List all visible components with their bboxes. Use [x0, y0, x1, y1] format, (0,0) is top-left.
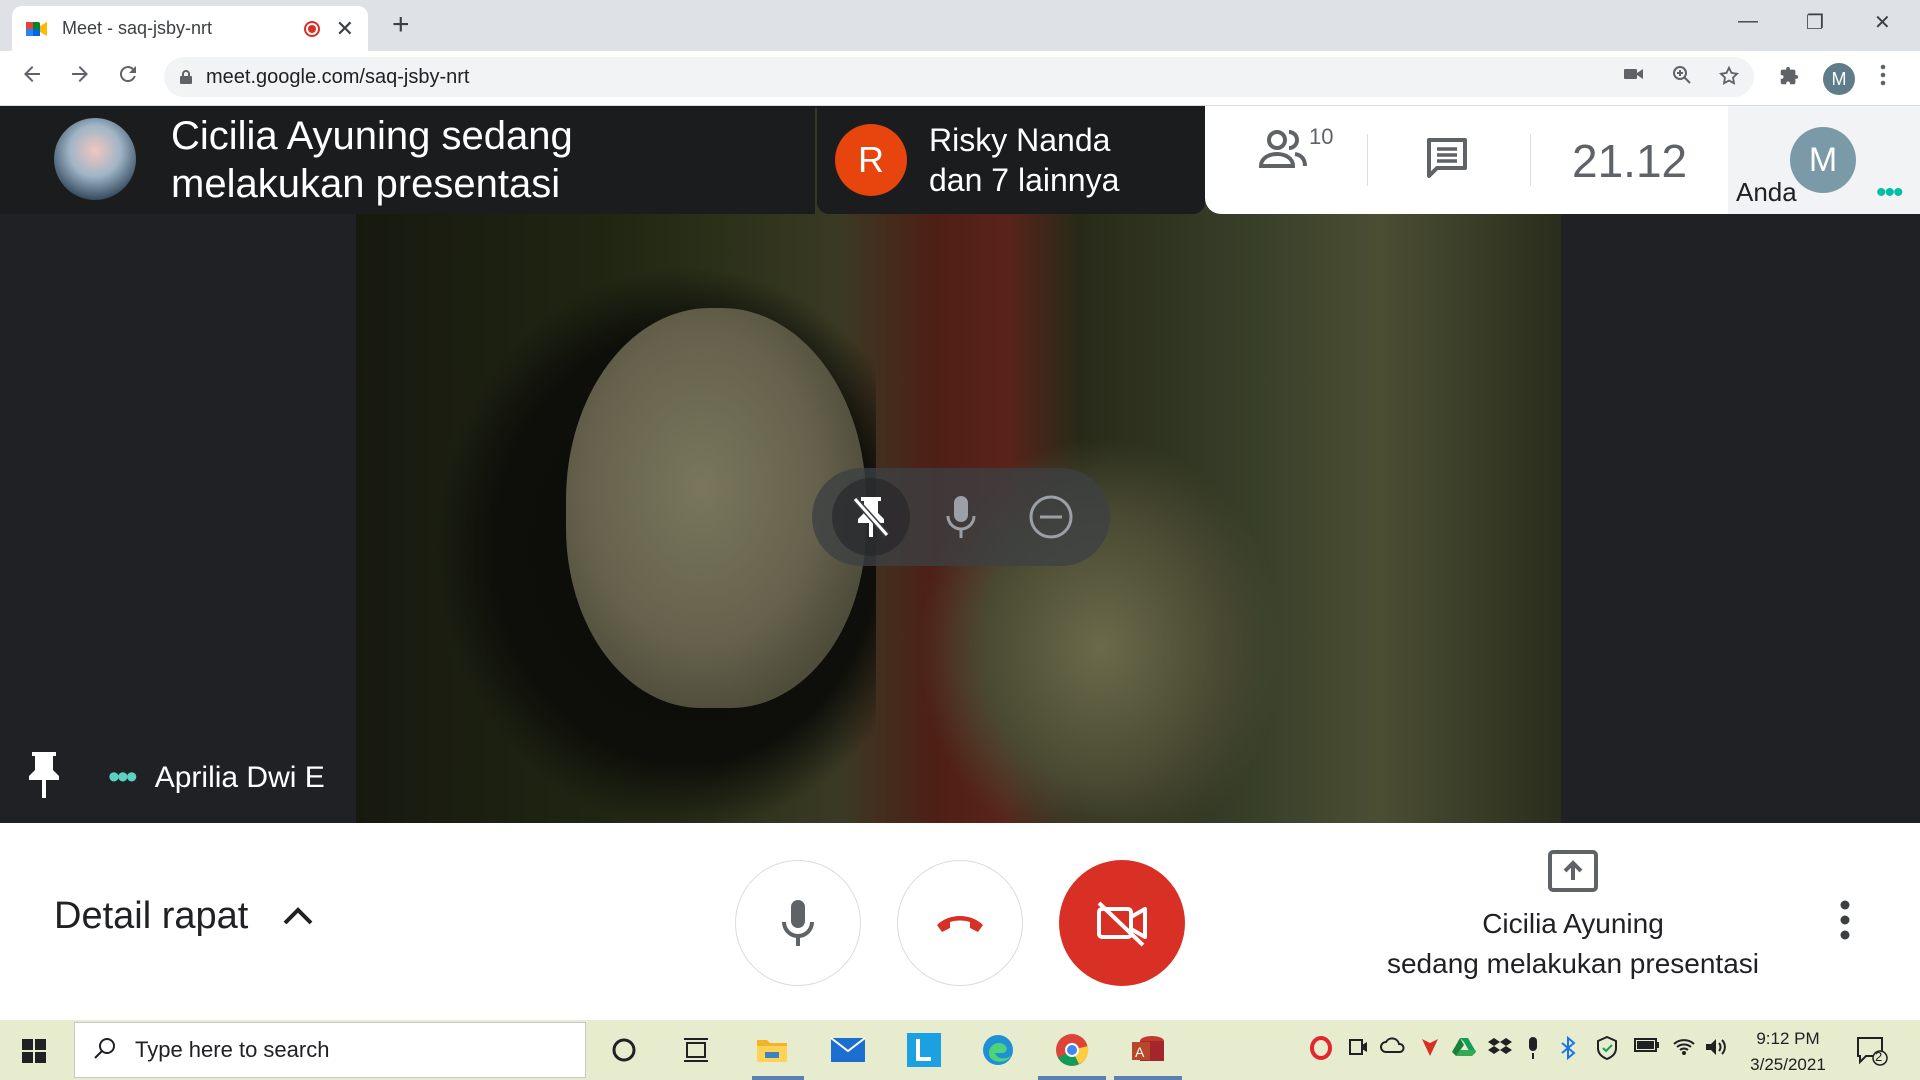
windows-start-icon[interactable] [22, 1039, 46, 1068]
cortana-icon[interactable] [604, 1030, 644, 1070]
close-window-button[interactable]: ✕ [1874, 10, 1891, 35]
lock-icon [180, 70, 192, 84]
address-bar[interactable]: meet.google.com/saq-jsby-nrt [164, 57, 1754, 97]
chrome-icon[interactable] [1052, 1030, 1092, 1070]
restore-button[interactable]: ❐ [1806, 10, 1824, 35]
remove-participant-button[interactable] [1012, 478, 1090, 556]
zoom-icon[interactable] [1672, 65, 1692, 91]
browser-toolbar: meet.google.com/saq-jsby-nrt M [0, 51, 1920, 106]
drive-tray-icon[interactable] [1452, 1036, 1476, 1064]
participant-name: Aprilia Dwi E [154, 760, 325, 794]
presenter-avatar [54, 118, 136, 200]
camera-icon[interactable] [1624, 65, 1644, 88]
battery-tray-icon[interactable] [1634, 1036, 1660, 1059]
cloud-tray-icon[interactable] [1380, 1036, 1406, 1060]
raised-name: Risky Nanda [929, 122, 1111, 158]
tab-title: Meet - saq-jsby-nrt [62, 18, 213, 38]
file-explorer-icon[interactable] [752, 1030, 792, 1070]
participant-video[interactable] [356, 108, 1561, 823]
raised-avatar: R [835, 124, 907, 196]
svg-text:A: A [1135, 1044, 1145, 1060]
taskbar-time: 9:12 PM [1756, 1029, 1820, 1048]
divider [1367, 134, 1368, 186]
tile-footer: ••• Aprilia Dwi E [24, 750, 325, 805]
speaking-dots-icon: ••• [1876, 176, 1903, 209]
tab-close-button[interactable]: ✕ [336, 16, 354, 42]
mail-icon[interactable] [828, 1030, 868, 1070]
notification-center-icon[interactable]: 2 [1856, 1036, 1890, 1071]
volume-tray-icon[interactable] [1704, 1036, 1728, 1064]
meeting-details-button[interactable]: Detail rapat [54, 895, 314, 938]
active-indicator [752, 1076, 804, 1080]
taskbar-clock[interactable]: 9:12 PM 3/25/2021 [1728, 1026, 1848, 1078]
participants-button[interactable]: 10 [1257, 124, 1333, 175]
tile-hover-controls [812, 468, 1110, 566]
security-shield-tray-icon[interactable] [1596, 1035, 1618, 1066]
people-icon [1257, 128, 1311, 175]
bluetooth-tray-icon[interactable] [1560, 1035, 1576, 1066]
present-screen-icon [1548, 850, 1598, 892]
leave-call-button[interactable] [897, 860, 1023, 986]
extensions-puzzle-icon[interactable] [1778, 65, 1800, 93]
self-avatar: M [1790, 127, 1856, 193]
tile-audio-dots-icon: ••• [108, 758, 138, 796]
app-l-icon[interactable] [904, 1030, 944, 1070]
meeting-details-label: Detail rapat [54, 895, 249, 937]
presenter-banner-text: Cicilia Ayuning sedang melakukan present… [171, 114, 573, 206]
pin-icon[interactable] [24, 750, 64, 805]
opera-tray-icon[interactable] [1310, 1036, 1332, 1066]
access-icon[interactable]: A [1128, 1030, 1168, 1070]
raised-others: dan 7 lainnya [929, 162, 1120, 198]
new-tab-button[interactable]: + [392, 8, 410, 42]
browser-tab[interactable]: Meet - saq-jsby-nrt ✕ [12, 6, 368, 51]
presenting-line2: sedang melakukan presentasi [1386, 948, 1759, 979]
taskbar-date: 3/25/2021 [1750, 1055, 1826, 1074]
chevron-up-icon [282, 893, 314, 936]
chat-button[interactable] [1423, 134, 1471, 187]
url-text: meet.google.com/saq-jsby-nrt [206, 65, 470, 88]
edge-icon[interactable] [978, 1030, 1018, 1070]
participant-count: 10 [1309, 124, 1334, 149]
profile-avatar[interactable]: M [1823, 63, 1855, 95]
self-label: Anda [1736, 177, 1797, 207]
present-now-button[interactable]: Cicilia Ayuning sedang melakukan present… [1370, 850, 1776, 984]
antivirus-tray-icon[interactable] [1420, 1036, 1440, 1064]
unpin-button[interactable] [832, 478, 910, 556]
meet-now-tray-icon[interactable] [1348, 1036, 1368, 1064]
active-indicator [1038, 1076, 1106, 1080]
dropbox-tray-icon[interactable] [1488, 1036, 1512, 1064]
task-view-icon[interactable] [676, 1030, 716, 1070]
microphone-tray-icon[interactable] [1526, 1036, 1540, 1066]
back-icon[interactable] [20, 62, 44, 93]
meeting-clock: 21.12 [1572, 135, 1688, 187]
microphone-button[interactable] [735, 860, 861, 986]
divider [1530, 134, 1531, 186]
meet-favicon-icon [26, 20, 48, 38]
search-icon [93, 1036, 117, 1065]
raised-participant-notice[interactable]: R Risky Nanda dan 7 lainnya [817, 106, 1205, 214]
forward-icon[interactable] [68, 62, 92, 93]
minimize-button[interactable]: — [1738, 10, 1758, 33]
taskbar-search-box[interactable]: Type here to search [74, 1022, 586, 1078]
reload-icon[interactable] [116, 62, 140, 93]
more-options-icon[interactable] [1840, 900, 1850, 945]
mute-participant-button[interactable] [922, 478, 1000, 556]
wifi-tray-icon[interactable] [1672, 1036, 1696, 1062]
browser-menu-icon[interactable] [1880, 63, 1886, 94]
presenting-line1: Cicilia Ayuning [1482, 908, 1664, 939]
search-placeholder: Type here to search [135, 1037, 330, 1062]
notification-count: 2 [1875, 1049, 1883, 1064]
recording-indicator-icon [303, 20, 320, 37]
camera-off-button[interactable] [1059, 860, 1185, 986]
active-indicator [1114, 1076, 1182, 1080]
bookmark-star-icon[interactable] [1718, 65, 1740, 93]
